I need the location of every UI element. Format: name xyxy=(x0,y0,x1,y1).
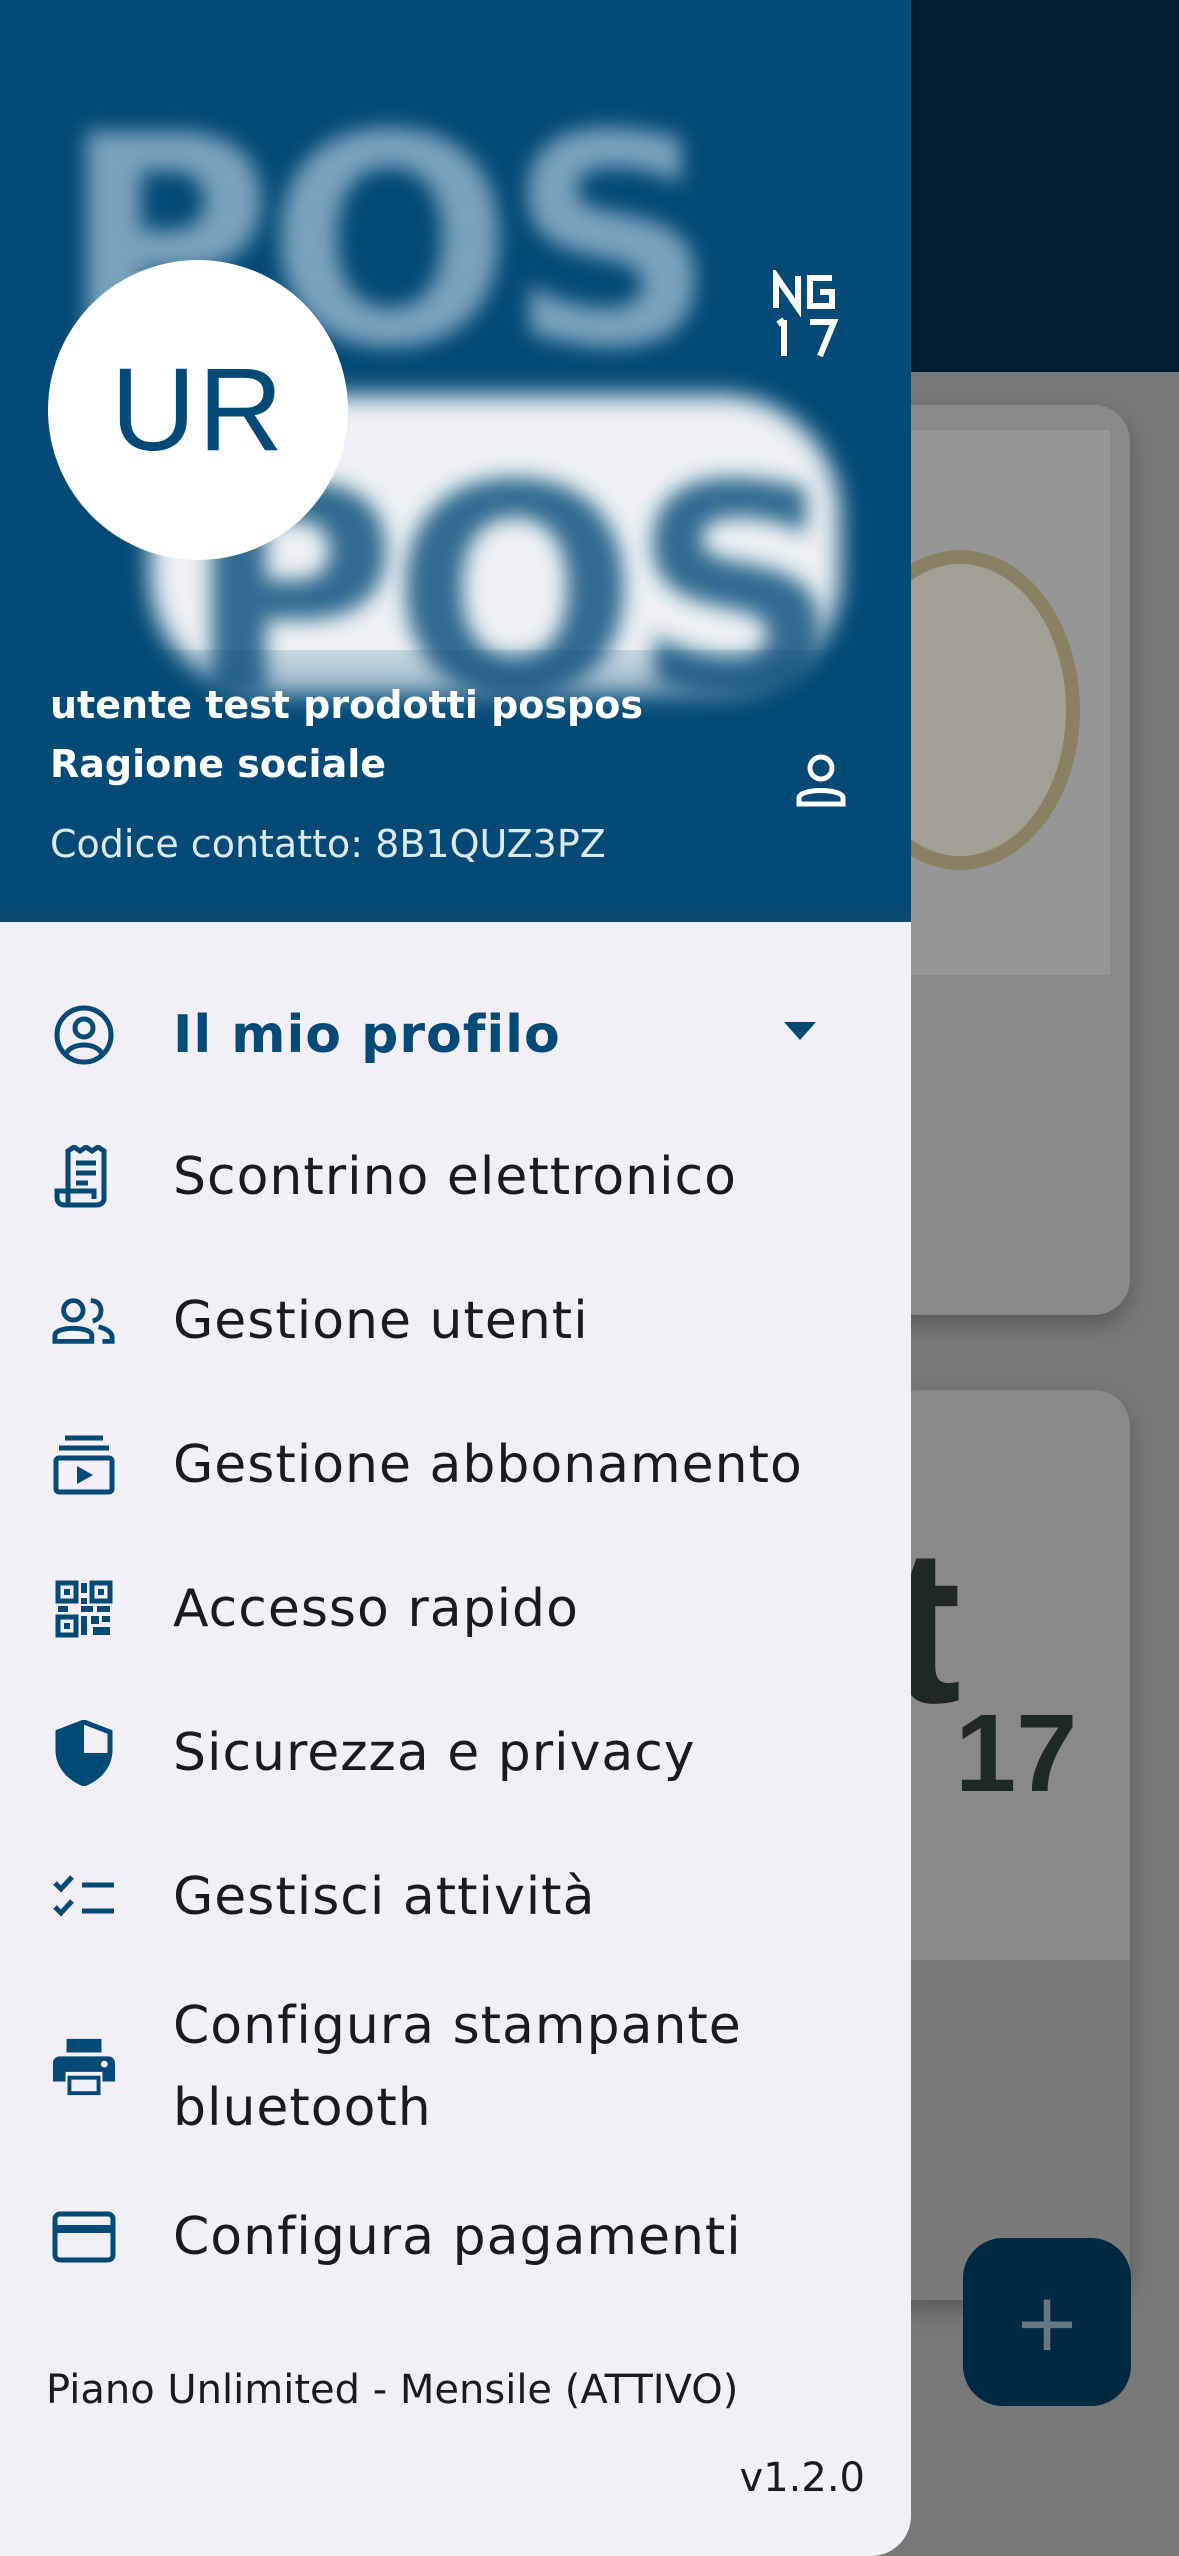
app-version: v1.2.0 xyxy=(739,2455,865,2501)
subscriptions-icon xyxy=(52,1433,116,1497)
menu-item-sicurezza-privacy[interactable]: Sicurezza e privacy xyxy=(0,1698,911,1808)
menu-item-profile[interactable]: Il mio profilo xyxy=(0,980,911,1090)
menu-item-configura-stampante[interactable]: Configura stampante bluetooth xyxy=(0,1982,911,2152)
navigation-drawer: POS POS UR utente test prodotti pospos R… xyxy=(0,0,911,2556)
chevron-down-icon[interactable] xyxy=(782,1020,818,1047)
contact-code: Codice contatto: 8B1QUZ3PZ xyxy=(50,822,606,866)
menu-item-gestione-utenti[interactable]: Gestione utenti xyxy=(0,1266,911,1376)
credit-card-icon xyxy=(52,2205,116,2269)
menu-item-label: Gestione utenti xyxy=(173,1291,589,1351)
ng-badge-icon xyxy=(770,266,842,360)
avatar[interactable]: UR xyxy=(48,260,348,560)
menu-item-label: Accesso rapido xyxy=(173,1579,579,1639)
user-name: utente test prodotti pospos xyxy=(50,683,643,727)
menu-item-label: Sicurezza e privacy xyxy=(173,1723,696,1783)
printer-icon xyxy=(52,2035,116,2099)
menu-item-configura-pagamenti[interactable]: Configura pagamenti xyxy=(0,2182,911,2292)
drawer-header: POS POS UR utente test prodotti pospos R… xyxy=(0,0,911,922)
menu-item-label: Configura pagamenti xyxy=(173,2207,742,2267)
account-circle-icon xyxy=(52,1003,116,1067)
menu-item-label: Il mio profilo xyxy=(173,1005,561,1065)
avatar-initials: UR xyxy=(110,344,286,476)
menu-item-label: Configura stampante bluetooth xyxy=(173,1996,742,2138)
company-name: Ragione sociale xyxy=(50,742,387,786)
menu-item-scontrino[interactable]: Scontrino elettronico xyxy=(0,1122,911,1232)
menu-item-label: Gestione abbonamento xyxy=(173,1435,803,1495)
menu-item-label: Gestisci attività xyxy=(173,1867,596,1927)
menu-item-accesso-rapido[interactable]: Accesso rapido xyxy=(0,1554,911,1664)
checklist-icon xyxy=(52,1865,116,1929)
shield-icon xyxy=(52,1720,116,1786)
person-icon[interactable] xyxy=(793,752,849,808)
menu-item-label: Scontrino elettronico xyxy=(173,1147,737,1207)
menu-item-gestisci-attivita[interactable]: Gestisci attività xyxy=(0,1842,911,1952)
menu-item-gestione-abbonamento[interactable]: Gestione abbonamento xyxy=(0,1410,911,1520)
receipt-icon xyxy=(52,1145,116,1209)
subscription-plan-text: Piano Unlimited - Mensile (ATTIVO) xyxy=(46,2367,739,2413)
qr-code-icon xyxy=(52,1577,116,1641)
people-icon xyxy=(52,1289,116,1353)
